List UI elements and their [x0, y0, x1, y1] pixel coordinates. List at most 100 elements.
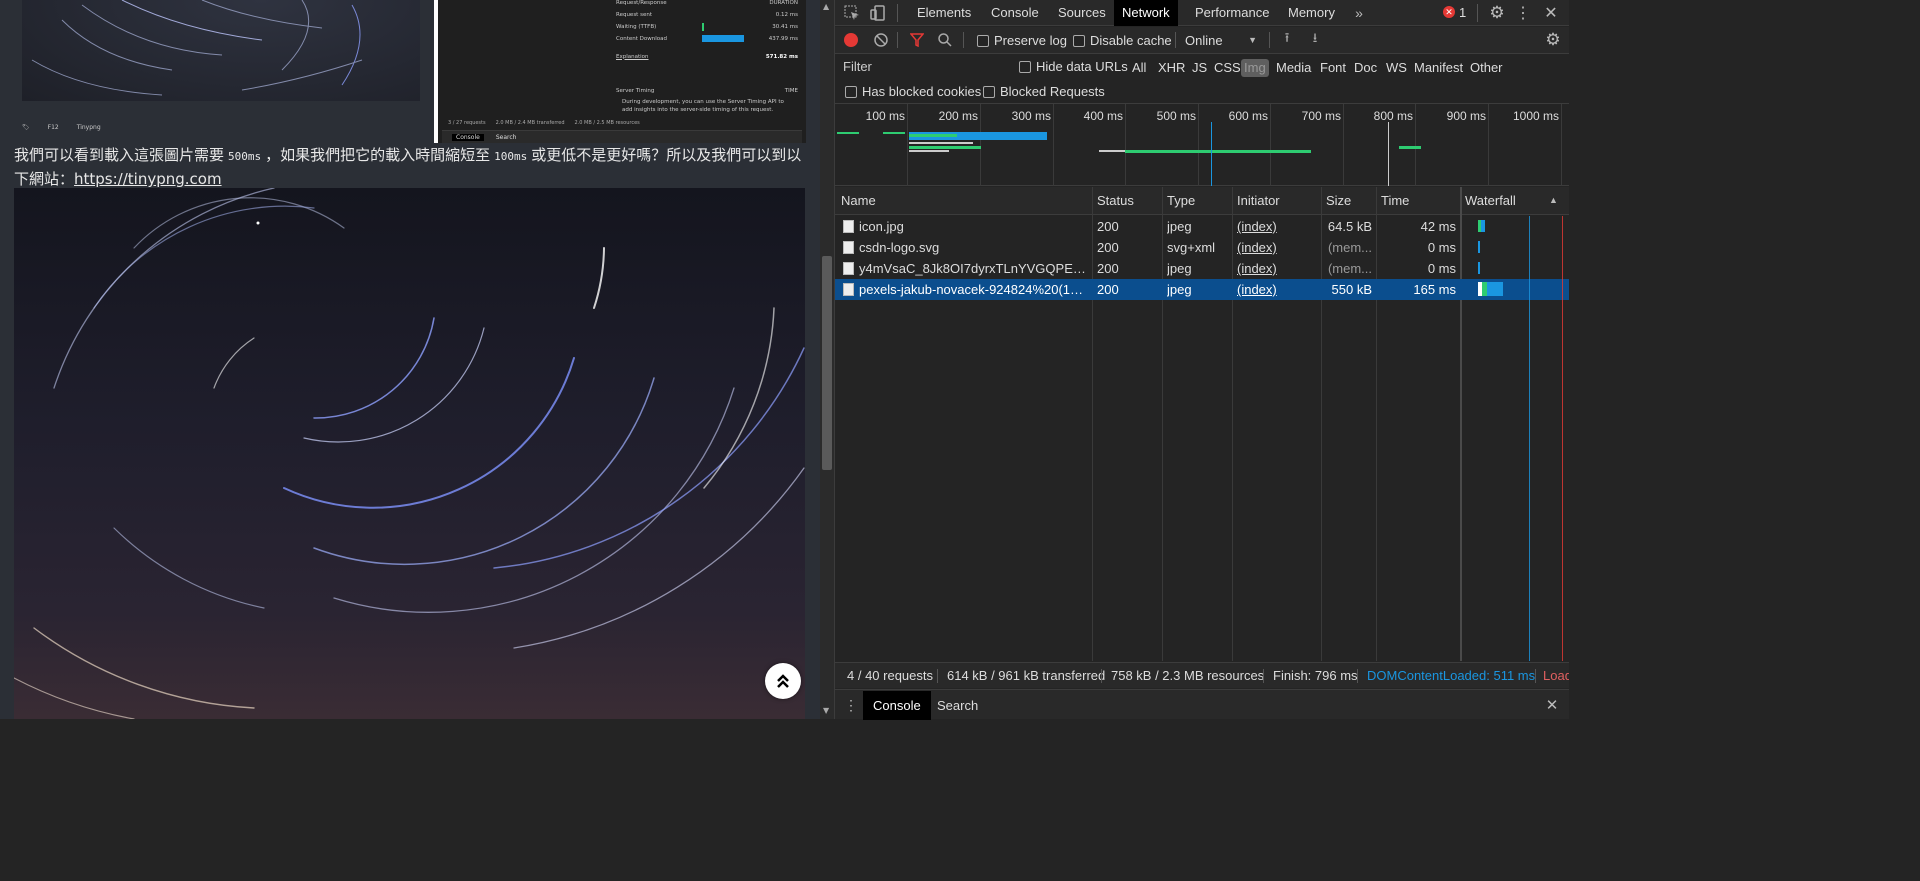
filter-type-css[interactable]: CSS: [1211, 59, 1244, 77]
import-har-icon[interactable]: ⭱: [1279, 30, 1295, 48]
svg-file-icon: [843, 241, 854, 254]
page-scrollbar[interactable]: ▲ ▼: [820, 0, 834, 719]
settings-gear-icon[interactable]: ⚙: [1487, 3, 1507, 23]
tab-console[interactable]: Console: [983, 0, 1047, 26]
filter-type-font[interactable]: Font: [1317, 59, 1349, 77]
throttle-select[interactable]: Online ▼: [1185, 27, 1261, 54]
column-header-waterfall[interactable]: Waterfall: [1459, 187, 1516, 215]
filter-input[interactable]: Filter: [837, 57, 1009, 77]
timeline-tick: 500 ms: [1156, 109, 1196, 123]
column-header-type[interactable]: Type: [1161, 187, 1195, 215]
initiator-link[interactable]: (index): [1237, 237, 1317, 258]
error-count[interactable]: 1: [1459, 0, 1466, 26]
record-icon[interactable]: [844, 33, 858, 47]
checkbox[interactable]: [845, 85, 857, 98]
filter-type-ws[interactable]: WS: [1383, 59, 1410, 77]
filter-type-doc[interactable]: Doc: [1351, 59, 1380, 77]
scrollbar-thumb[interactable]: [822, 256, 832, 470]
load-time: Load: [1543, 668, 1569, 683]
inner-drawer: Console Search: [442, 130, 802, 143]
filter-funnel-icon[interactable]: [909, 32, 925, 48]
tab-network[interactable]: Network: [1114, 0, 1178, 26]
timeline-tick: 900 ms: [1446, 109, 1486, 123]
table-row[interactable]: y4mVsaC_8Jk8OI7dyrxTLnYVGQPE2mM... 200 j…: [835, 258, 1569, 279]
request-count: 4 / 40 requests: [847, 668, 933, 683]
network-settings-gear-icon[interactable]: ⚙: [1543, 30, 1563, 50]
filter-type-js[interactable]: JS: [1189, 59, 1210, 77]
initiator-link[interactable]: (index): [1237, 216, 1317, 237]
timeline-tick: 400 ms: [1083, 109, 1123, 123]
scroll-to-top-button[interactable]: [765, 663, 801, 699]
device-toolbar-icon[interactable]: [869, 4, 887, 22]
table-row[interactable]: icon.jpg 200 jpeg (index) 64.5 kB 42 ms: [835, 216, 1569, 237]
caption-item: F12: [47, 124, 59, 131]
server-timing-header: Server Timing TIME: [616, 87, 798, 94]
preserve-log-checkbox[interactable]: Preserve log: [977, 33, 1067, 48]
checkbox[interactable]: [983, 85, 995, 98]
filter-type-img[interactable]: Img: [1241, 59, 1269, 77]
sort-ascending-icon[interactable]: ▲: [1549, 195, 1558, 205]
column-header-name[interactable]: Name: [835, 187, 876, 215]
checkbox[interactable]: [1073, 34, 1085, 47]
filter-type-xhr[interactable]: XHR: [1155, 59, 1188, 77]
close-devtools-icon[interactable]: ✕: [1541, 3, 1561, 23]
scroll-down-arrow-icon[interactable]: ▼: [823, 706, 829, 715]
close-drawer-icon[interactable]: ✕: [1543, 696, 1561, 714]
disable-cache-checkbox[interactable]: Disable cache: [1073, 33, 1172, 48]
column-header-time[interactable]: Time: [1375, 187, 1409, 215]
devtools-panel: Elements Console Sources Network Perform…: [834, 0, 1569, 720]
drawer-menu-icon[interactable]: ⋮: [844, 696, 858, 714]
bottom-drawer: ⋮ Console Search ✕: [835, 689, 1569, 720]
table-row-selected[interactable]: pexels-jakub-novacek-924824%20(1)%2... 2…: [835, 279, 1569, 300]
drawer-tab-search[interactable]: Search: [927, 691, 988, 720]
timeline-tick: 200 ms: [938, 109, 978, 123]
image-file-icon: [843, 220, 854, 233]
request-table-header: Name Status Type Initiator Size Time Wat…: [835, 187, 1569, 215]
timeline-tick: 1000 ms: [1512, 109, 1559, 123]
timeline-overview[interactable]: 100 ms 200 ms 300 ms 400 ms 500 ms 600 m…: [835, 104, 1569, 186]
kebab-menu-icon[interactable]: ⋮: [1515, 3, 1531, 23]
timeline-tick: 100 ms: [865, 109, 905, 123]
devtools-tab-bar: Elements Console Sources Network Perform…: [835, 0, 1569, 26]
has-blocked-cookies-checkbox[interactable]: Has blocked cookies: [845, 84, 981, 99]
column-header-initiator[interactable]: Initiator: [1231, 187, 1280, 215]
filter-bar: Filter Hide data URLs All XHR JS CSS Img…: [835, 55, 1569, 104]
drawer-tab-console[interactable]: Console: [863, 691, 931, 720]
table-row[interactable]: csdn-logo.svg 200 svg+xml (index) (mem..…: [835, 237, 1569, 258]
filter-type-manifest[interactable]: Manifest: [1411, 59, 1466, 77]
tab-sources[interactable]: Sources: [1050, 0, 1114, 26]
inner-status-bar: 3 / 27 requests 2.0 MB / 2.4 MB transfer…: [448, 120, 640, 126]
tab-performance[interactable]: Performance: [1187, 0, 1277, 26]
scroll-up-arrow-icon[interactable]: ▲: [823, 2, 829, 11]
network-toolbar: Preserve log Disable cache Online ▼ ⭱ ⭳ …: [835, 27, 1569, 54]
search-icon[interactable]: [937, 32, 953, 48]
column-header-size[interactable]: Size: [1320, 187, 1351, 215]
star-trail-image: [14, 188, 805, 719]
blocked-requests-checkbox[interactable]: Blocked Requests: [983, 84, 1105, 99]
filter-type-media[interactable]: Media: [1273, 59, 1314, 77]
timing-row: Waiting (TTFB) 30.41 ms: [616, 22, 798, 31]
inspect-element-icon[interactable]: [843, 4, 861, 22]
clear-icon[interactable]: [873, 32, 889, 48]
initiator-link[interactable]: (index): [1237, 279, 1317, 300]
webpage-content: 🏷 F12 Tinypng Request/Response DURATION …: [0, 0, 820, 719]
timeline-tick: 800 ms: [1373, 109, 1413, 123]
caption-item: Tinypng: [76, 124, 101, 131]
tab-elements[interactable]: Elements: [909, 0, 979, 26]
tinypng-link[interactable]: https://tinypng.com: [74, 170, 222, 188]
dom-content-loaded-time: DOMContentLoaded: 511 ms: [1367, 668, 1536, 683]
checkbox[interactable]: [1019, 60, 1031, 73]
thumbnail-caption: 🏷 F12 Tinypng: [22, 124, 101, 136]
filter-type-all[interactable]: All: [1129, 59, 1149, 77]
column-header-status[interactable]: Status: [1091, 187, 1134, 215]
export-har-icon[interactable]: ⭳: [1307, 30, 1323, 48]
resources-size: 758 kB / 2.3 MB resources: [1111, 668, 1265, 683]
initiator-link[interactable]: (index): [1237, 258, 1317, 279]
checkbox[interactable]: [977, 34, 989, 47]
hide-data-urls-checkbox[interactable]: Hide data URLs: [1019, 59, 1128, 74]
more-tabs-icon[interactable]: »: [1351, 4, 1367, 22]
error-icon[interactable]: ✕: [1443, 6, 1455, 18]
filter-type-other[interactable]: Other: [1467, 59, 1506, 77]
tab-memory[interactable]: Memory: [1280, 0, 1343, 26]
network-status-bar: 4 / 40 requests 614 kB / 961 kB transfer…: [835, 662, 1569, 688]
